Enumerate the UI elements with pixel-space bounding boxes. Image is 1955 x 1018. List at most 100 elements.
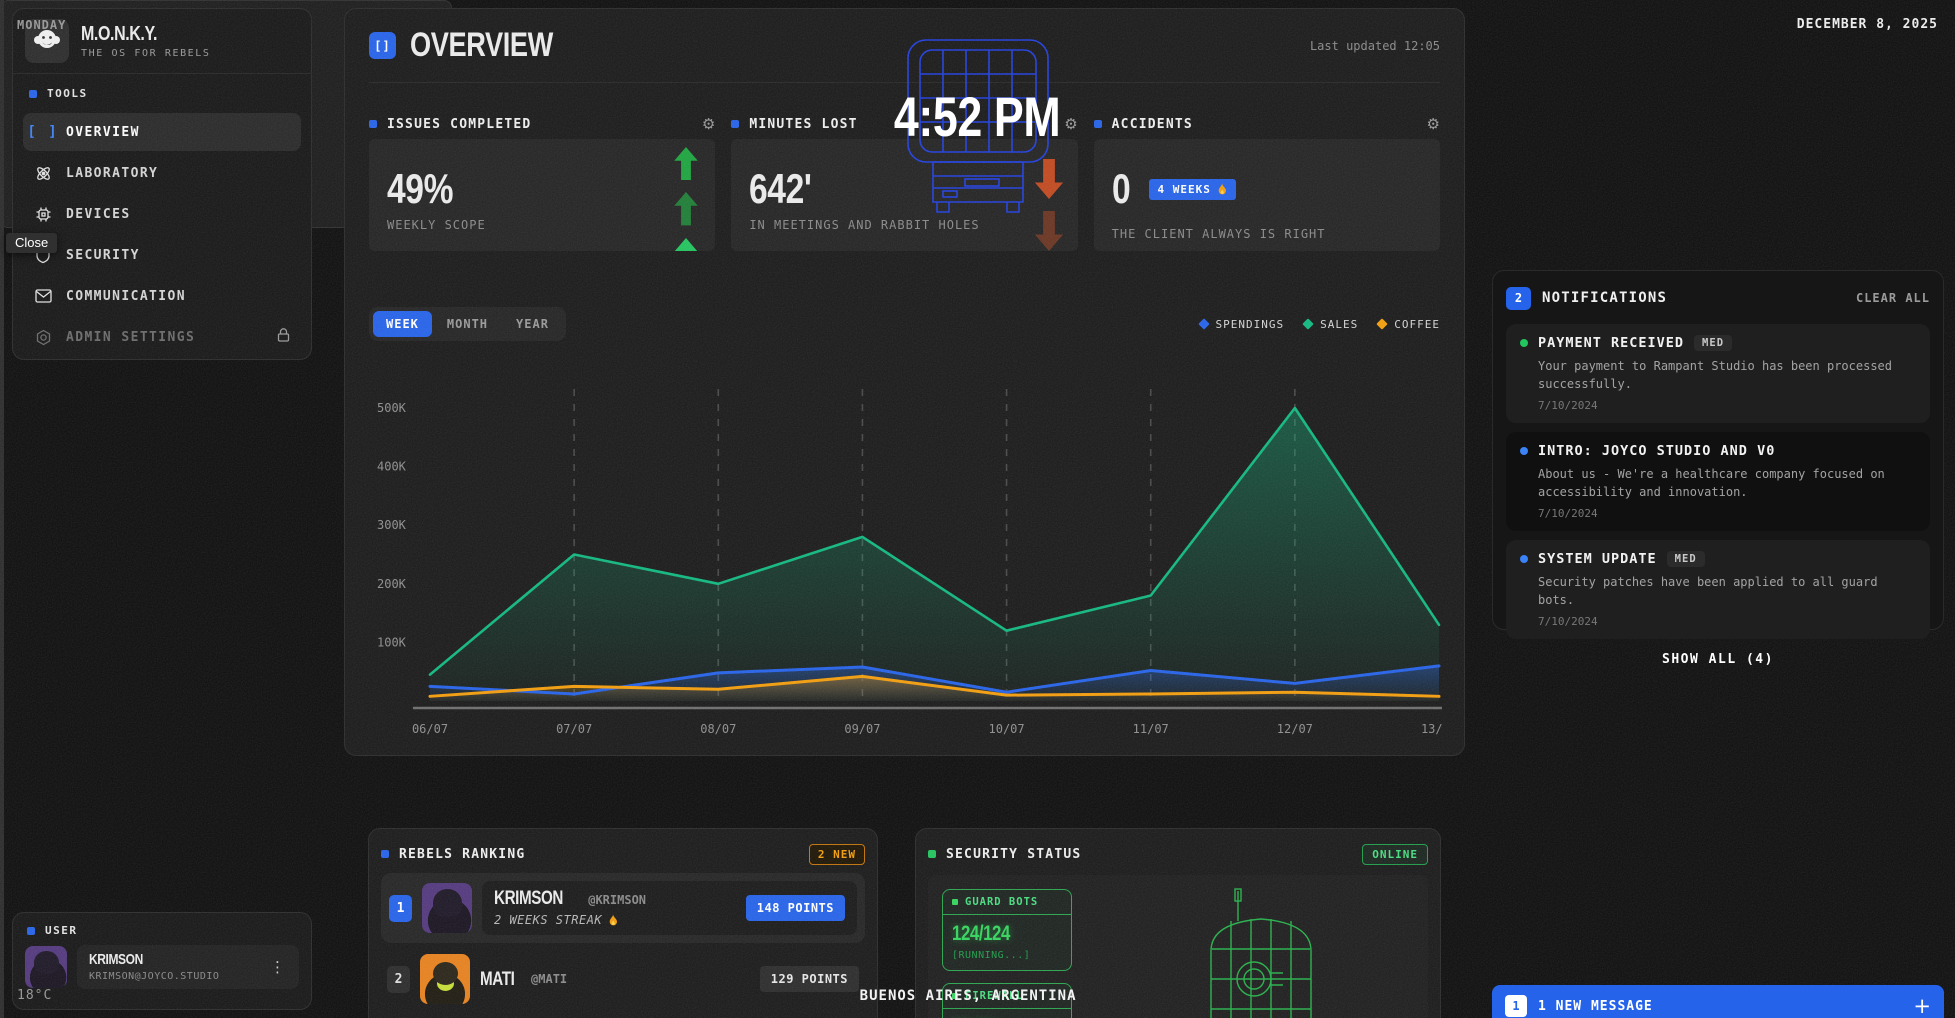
trend-up-arrows-icon — [671, 147, 701, 251]
svg-text:200K: 200K — [377, 577, 407, 591]
priority-badge: MED — [1694, 335, 1732, 351]
ranking-row-1[interactable]: 1 KRIMSON @KRIMSON 2 WEEKS STREAK 148 PO… — [381, 873, 865, 943]
green-square-bullet — [928, 850, 936, 858]
stat-caption: WEEKLY SCOPE — [387, 218, 697, 232]
streak-badge: 4 WEEKS — [1149, 179, 1236, 200]
period-tab-group: WEEK MONTH YEAR — [369, 307, 566, 341]
clock-time: 4:52 PM — [0, 84, 452, 149]
rank-badge: 1 — [389, 895, 412, 922]
last-updated: Last updated 12:05 — [1310, 39, 1440, 53]
app-subtitle: THE OS FOR REBELS — [81, 48, 211, 59]
page-title: OVERVIEW — [410, 26, 589, 65]
svg-text:10/07: 10/07 — [989, 722, 1025, 736]
stat-value: 0 — [1112, 167, 1135, 211]
chart-controls: WEEK MONTH YEAR SPENDINGS SALES COFFEE — [369, 307, 1440, 341]
rank-handle: @MATI — [531, 972, 567, 986]
clock-day: MONDAY — [17, 18, 66, 32]
sidebar-item-devices[interactable]: DEVICES — [23, 195, 301, 233]
show-all-button[interactable]: SHOW ALL (4) — [1506, 652, 1930, 667]
clear-all-button[interactable]: CLEAR ALL — [1856, 291, 1930, 305]
diamond-marker-icon — [1302, 318, 1313, 329]
notifications-header: 2 NOTIFICATIONS CLEAR ALL — [1506, 281, 1930, 315]
sidebar-item-security[interactable]: SECURITY — [23, 236, 301, 274]
plus-icon[interactable]: + — [1913, 996, 1931, 1017]
notification-item-2[interactable]: INTRO: JOYCO STUDIO AND V0 About us - We… — [1506, 432, 1930, 531]
message-count-badge: 1 — [1505, 995, 1527, 1017]
priority-badge: MED — [1667, 551, 1705, 567]
new-message-bar[interactable]: 1 1 NEW MESSAGE + — [1492, 985, 1944, 1018]
legend-sales: SALES — [1304, 318, 1358, 331]
points-badge: 148 POINTS — [746, 895, 845, 921]
svg-text:11/07: 11/07 — [1133, 722, 1169, 736]
status-dot — [1520, 447, 1528, 455]
new-count-badge: 2 NEW — [809, 844, 865, 865]
user-info: KRIMSON KRIMSON@JOYCO.STUDIO ⋮ — [77, 945, 299, 989]
area-chart: 500K 400K 300K 200K 100K 06/07 07/07 08/07 09/07… — [369, 381, 1442, 741]
left-scrollbar[interactable] — [0, 0, 4, 1018]
notifications-card: 2 NOTIFICATIONS CLEAR ALL PAYMENT RECEIV… — [1492, 270, 1944, 630]
svg-text:300K: 300K — [377, 518, 407, 532]
tab-month[interactable]: MONTH — [434, 311, 501, 337]
chip-icon — [33, 206, 53, 223]
sidebar: M.O.N.K.Y. THE OS FOR REBELS TOOLS [ ] O… — [12, 8, 312, 360]
fire-icon — [608, 914, 618, 927]
user-row[interactable]: KRIMSON KRIMSON@JOYCO.STUDIO ⋮ — [25, 945, 299, 989]
svg-text:07/07: 07/07 — [556, 722, 592, 736]
diamond-marker-icon — [1377, 318, 1388, 329]
tab-year[interactable]: YEAR — [503, 311, 562, 337]
user-email: KRIMSON@JOYCO.STUDIO — [89, 971, 219, 982]
svg-text:400K: 400K — [377, 460, 407, 474]
rank-handle: @KRIMSON — [588, 893, 646, 907]
guard-bots-value: 124/124 — [952, 922, 1062, 946]
online-badge: ONLINE — [1362, 844, 1428, 865]
blue-square-bullet — [381, 850, 389, 858]
diamond-marker-icon — [1198, 318, 1209, 329]
sidebar-item-admin-settings[interactable]: ADMIN SETTINGS — [23, 318, 301, 356]
blue-square-bullet — [27, 927, 35, 935]
avatar — [422, 883, 472, 933]
atom-icon — [33, 165, 53, 182]
mail-icon — [33, 289, 53, 303]
rank-name-box: KRIMSON @KRIMSON 2 WEEKS STREAK 148 POIN… — [482, 881, 857, 935]
svg-text:09/07: 09/07 — [844, 722, 880, 736]
close-tooltip: Close — [6, 233, 57, 253]
notification-item-3[interactable]: SYSTEM UPDATE MED Security patches have … — [1506, 540, 1930, 639]
status-dot — [1520, 555, 1528, 563]
svg-text:13/07: 13/07 — [1421, 722, 1442, 736]
overview-icon: [] — [369, 32, 396, 59]
user-section-label: USER — [27, 924, 297, 937]
status-dot — [1520, 339, 1528, 347]
svg-text:08/07: 08/07 — [700, 722, 736, 736]
stat-caption: THE CLIENT ALWAYS IS RIGHT — [1112, 227, 1422, 241]
tab-week[interactable]: WEEK — [373, 311, 432, 337]
sidebar-item-communication[interactable]: COMMUNICATION — [23, 277, 301, 315]
lock-icon — [276, 327, 291, 347]
ranking-title: REBELS RANKING — [399, 847, 525, 862]
svg-text:500K: 500K — [377, 401, 407, 415]
legend-coffee: COFFEE — [1378, 318, 1440, 331]
notifications-title: NOTIFICATIONS — [1542, 290, 1667, 306]
guard-bots-box: GUARD BOTS 124/124 [RUNNING...] — [942, 889, 1072, 971]
app-title: M.O.N.K.Y. — [81, 24, 211, 44]
hexagon-settings-icon — [33, 329, 53, 346]
green-square-bullet — [952, 899, 958, 905]
svg-text:12/07: 12/07 — [1277, 722, 1313, 736]
notification-item-1[interactable]: PAYMENT RECEIVED MED Your payment to Ram… — [1506, 324, 1930, 423]
security-title: SECURITY STATUS — [946, 847, 1081, 862]
legend-spendings: SPENDINGS — [1200, 318, 1285, 331]
stat-value: 49% — [387, 167, 697, 211]
rank-streak: 2 WEEKS STREAK — [494, 913, 646, 927]
stat-panel: 0 4 WEEKS THE CLIENT ALWAYS IS RIGHT — [1094, 139, 1440, 251]
fire-icon — [1217, 183, 1227, 196]
user-name: KRIMSON — [89, 952, 219, 968]
svg-text:06/07: 06/07 — [412, 722, 448, 736]
kebab-menu-icon[interactable]: ⋮ — [268, 958, 287, 976]
sidebar-item-laboratory[interactable]: LABORATORY — [23, 154, 301, 192]
chart-legend: SPENDINGS SALES COFFEE — [1200, 318, 1440, 331]
rank-name: KRIMSON — [494, 889, 580, 908]
notification-count-badge: 2 — [1506, 287, 1531, 310]
message-label: 1 NEW MESSAGE — [1538, 999, 1653, 1014]
svg-text:100K: 100K — [377, 635, 407, 649]
stat-panel: 49% WEEKLY SCOPE — [369, 139, 715, 251]
user-avatar — [25, 946, 67, 988]
